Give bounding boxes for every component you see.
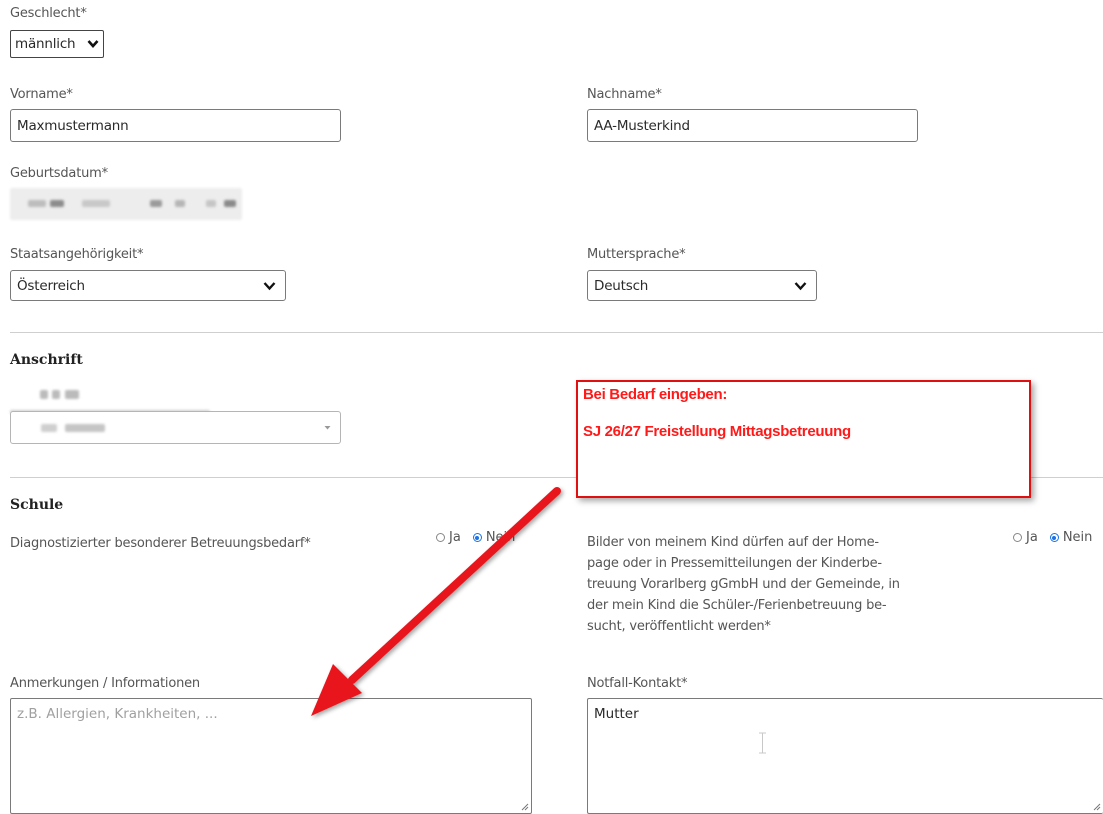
chevron-down-icon [87,40,99,48]
emergency-label: Notfall-Kontakt* [587,676,688,691]
language-value: Deutsch [594,277,649,294]
photos-label-line: Bilder von meinem Kind dürfen auf der Ho… [587,535,879,550]
gender-value: männlich [15,36,76,52]
address-heading: Anschrift [10,352,83,368]
language-label: Muttersprache* [587,247,686,262]
emergency-textarea[interactable]: Mutter [587,698,1103,814]
nationality-value: Österreich [17,277,85,294]
photos-yes-radio[interactable] [1013,533,1022,542]
firstname-input[interactable]: Maxmustermann [10,109,341,142]
divider [10,332,1103,333]
nationality-label: Staatsangehörigkeit* [10,247,144,262]
birthdate-label: Geburtsdatum* [10,166,108,181]
nationality-select[interactable]: Österreich [10,270,286,301]
annotation-callout: Bei Bedarf eingeben: SJ 26/27 Freistellu… [576,380,1031,498]
photos-no-label: Nein [1062,530,1093,545]
care-needs-radio-group: Ja Nein [436,530,515,545]
remarks-label: Anmerkungen / Informationen [10,676,200,691]
lastname-value: AA-Musterkind [594,117,690,134]
gender-select[interactable]: männlich [10,30,104,58]
firstname-label: Vorname* [10,87,73,102]
gender-label: Geschlecht* [10,6,87,21]
language-select[interactable]: Deutsch [587,270,817,301]
birthdate-input[interactable] [10,188,242,220]
lastname-label: Nachname* [587,87,662,102]
care-needs-no-radio[interactable] [472,533,482,542]
school-heading: Schule [10,497,64,513]
lastname-input[interactable]: AA-Musterkind [587,109,918,142]
resize-grip-icon[interactable] [1092,802,1101,811]
care-needs-yes-radio[interactable] [436,533,445,542]
text-cursor-icon [759,732,766,754]
callout-line-2: SJ 26/27 Freistellung Mittagsbetreuung [583,423,851,440]
chevron-down-icon [794,281,807,290]
resize-grip-icon[interactable] [520,802,529,811]
firstname-value: Maxmustermann [17,117,129,134]
photos-label-line: treuung Vorarlberg gGmbH und der Gemeind… [587,577,900,592]
photos-label-line: page oder in Pressemitteilungen der Kind… [587,556,882,571]
care-needs-label: Diagnostizierter besonderer Betreuungsbe… [10,536,311,551]
care-needs-no-label: Nein [485,530,516,545]
photos-label-line: der mein Kind die Schüler-/Ferienbetreuu… [587,598,887,613]
address-select[interactable] [10,411,341,444]
callout-line-1: Bei Bedarf eingeben: [583,386,728,403]
chevron-down-icon [263,281,276,290]
photos-label-line: sucht, veröffentlicht werden* [587,619,771,634]
remarks-textarea[interactable]: z.B. Allergien, Krankheiten, ... [10,698,532,814]
photos-no-radio[interactable] [1049,533,1059,542]
emergency-value: Mutter [594,706,639,722]
photos-radio-group: Ja Nein [1013,530,1103,545]
photos-consent-label: Bilder von meinem Kind dürfen auf der Ho… [587,532,927,637]
care-needs-yes-label: Ja [449,530,461,545]
caret-down-icon [324,425,331,429]
remarks-placeholder: z.B. Allergien, Krankheiten, ... [17,706,218,722]
photos-yes-label: Ja [1026,530,1038,545]
